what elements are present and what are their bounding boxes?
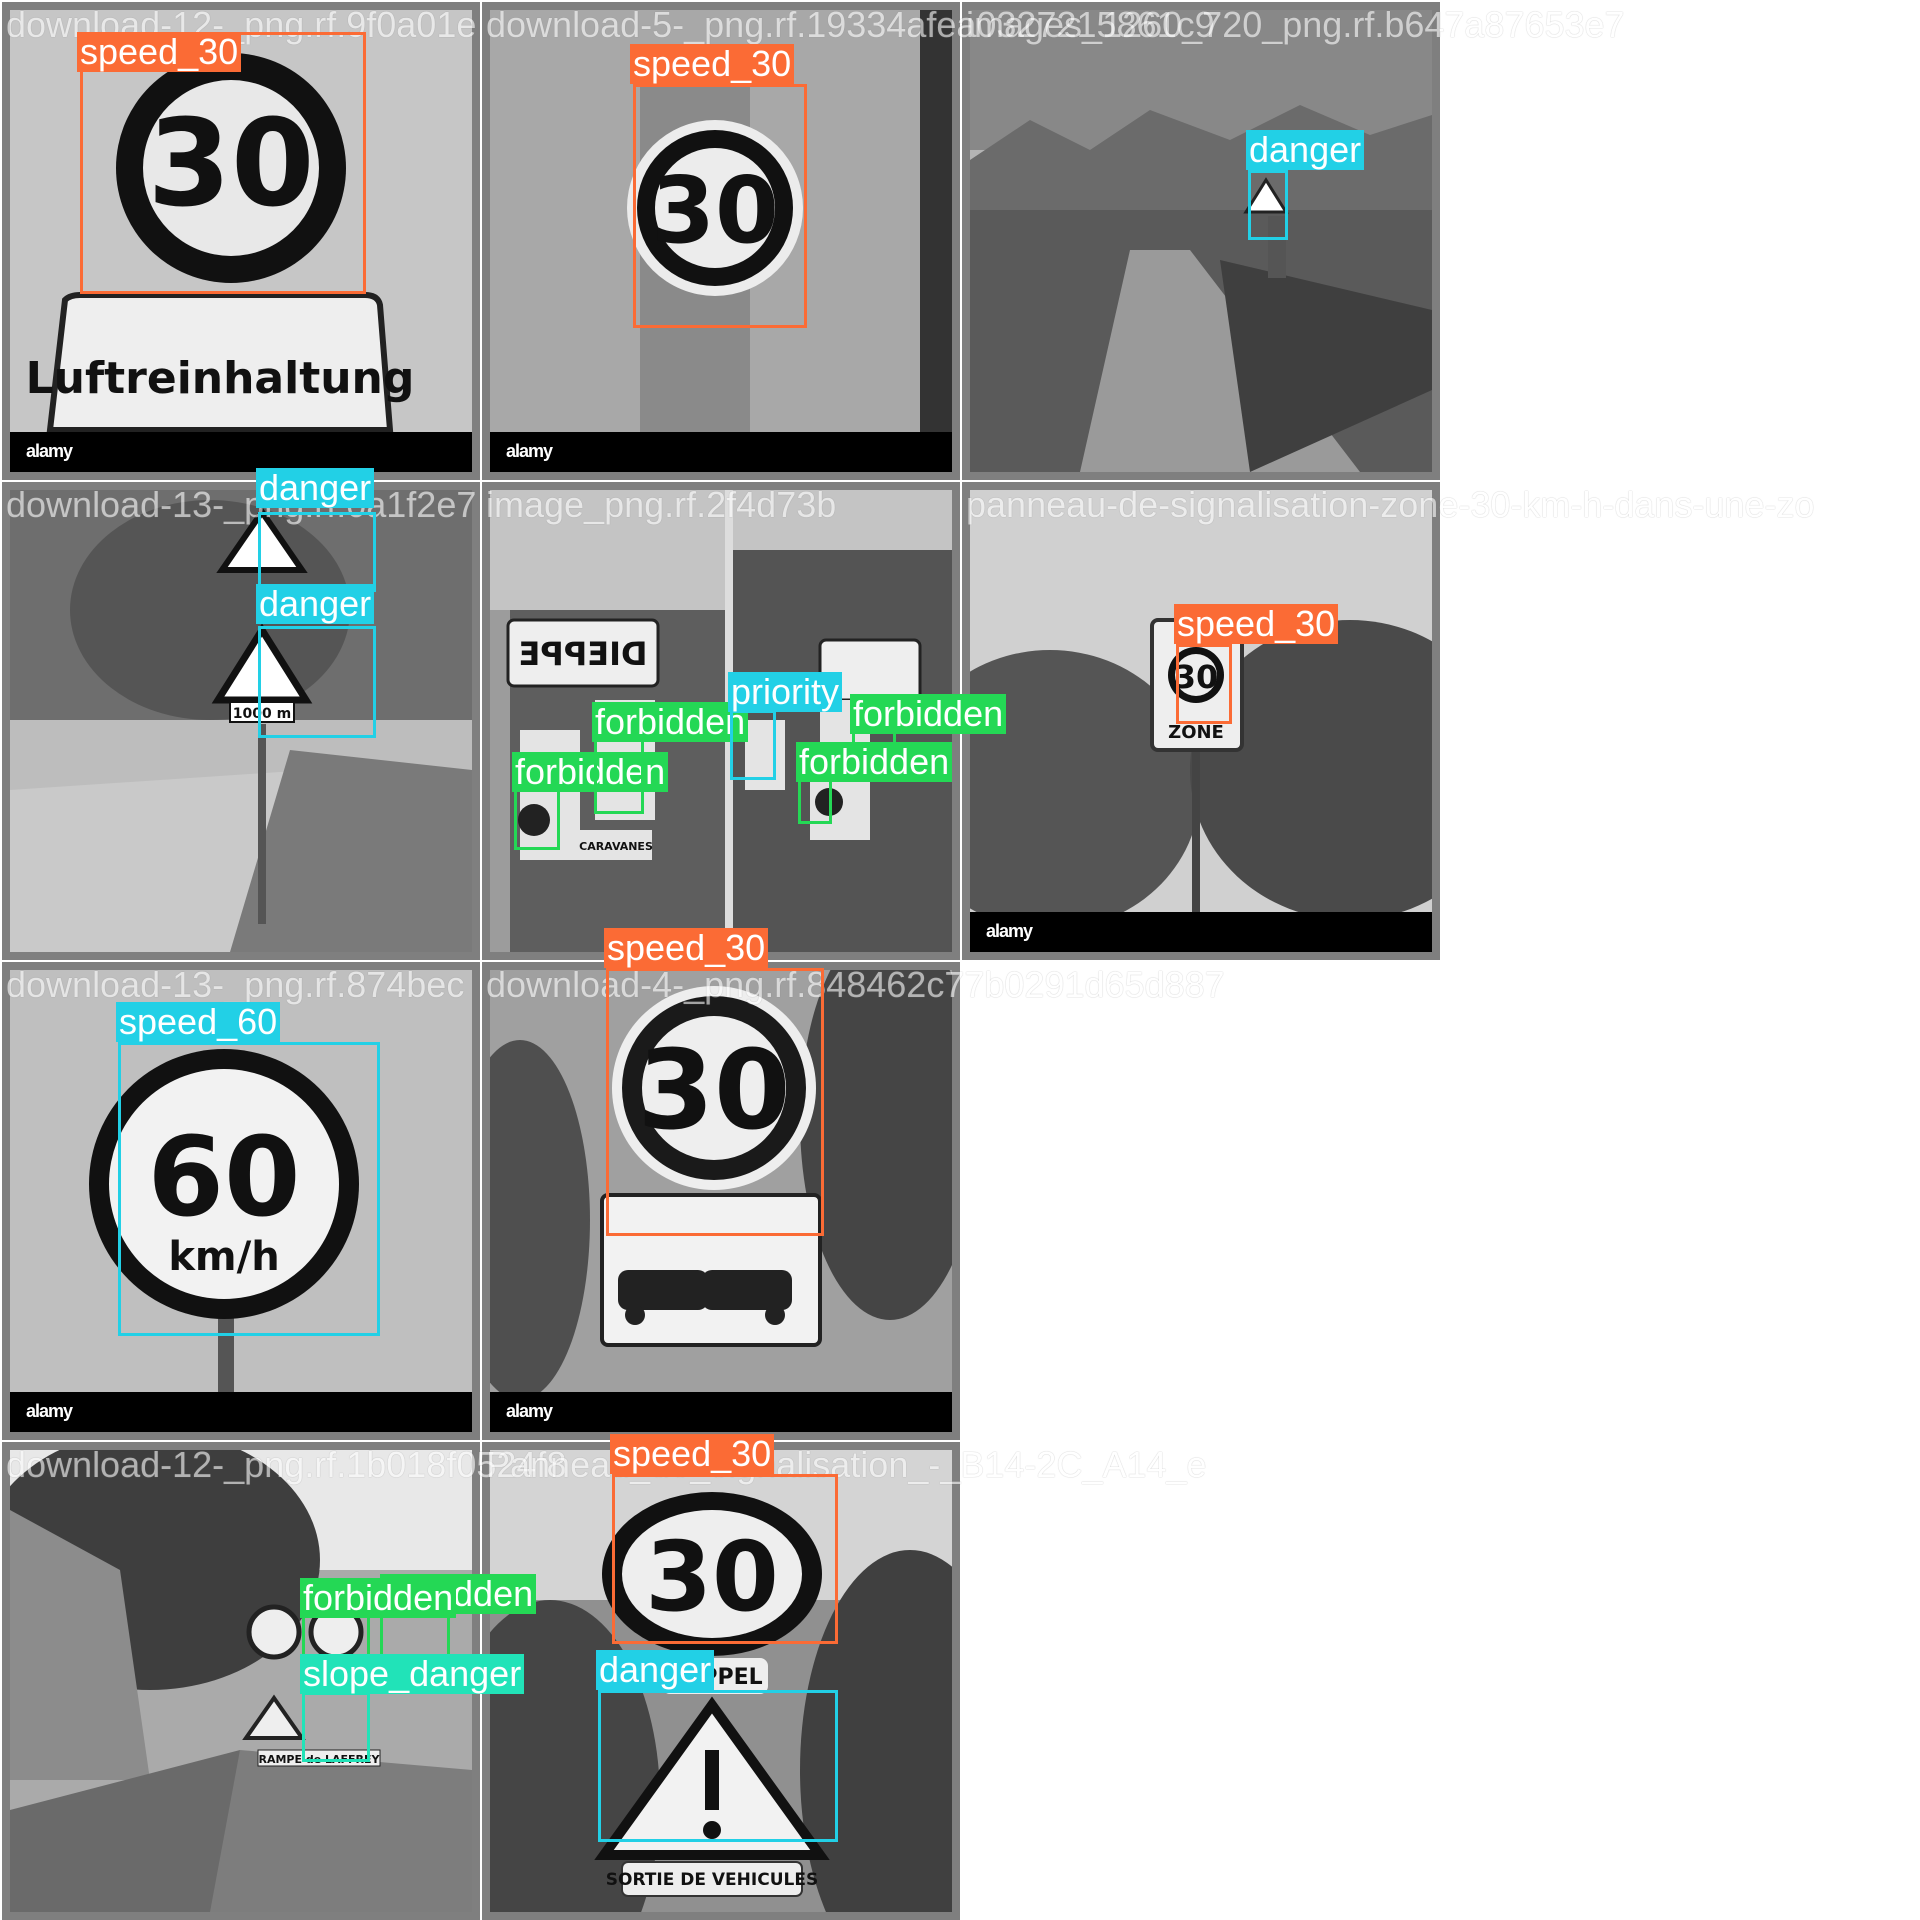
detection-box [118, 1042, 380, 1336]
detection-box [612, 1474, 838, 1644]
watermark-logo: alamy [26, 441, 73, 461]
tile-photo: 1000 m [10, 490, 472, 952]
city-name-text: DIEPPE [518, 635, 647, 673]
detection-box [302, 1692, 370, 1762]
watermark-logo: alamy [506, 1401, 553, 1421]
detection-box [730, 710, 776, 780]
watermark-logo: alamy [986, 921, 1033, 941]
watermark-bar: alamy [10, 432, 472, 472]
detection-box [258, 512, 376, 592]
detection-box [598, 1690, 838, 1842]
mountain-road-image [970, 10, 1432, 472]
detection-label: speed_30 [1174, 604, 1339, 644]
sortie-text: SORTIE DE VEHICULES [606, 1870, 818, 1890]
watermark-bar: alamy [970, 912, 1432, 952]
plate-text: Luftreinhaltung [26, 353, 415, 404]
mosaic-tile-4: 1000 m [2, 482, 480, 960]
detection-box [594, 734, 644, 814]
caravanes-text: CARAVANES [579, 840, 653, 853]
detection-label: forbidden [512, 752, 669, 792]
detection-label: speed_60 [116, 1002, 281, 1042]
detection-label: forbidden [300, 1578, 457, 1618]
detection-box [606, 968, 824, 1236]
detection-label: danger [1246, 130, 1365, 170]
detection-label: slope_danger [300, 1654, 525, 1694]
detection-label: speed_30 [630, 44, 795, 84]
detection-box [633, 84, 807, 328]
watermark-logo: alamy [506, 441, 553, 461]
watermark-bar: alamy [490, 1392, 952, 1432]
watermark-logo: alamy [26, 1401, 73, 1421]
detection-label: forbidden [850, 694, 1007, 734]
detection-box [1248, 170, 1288, 240]
detection-label: danger [596, 1650, 715, 1690]
detection-label: danger [256, 584, 375, 624]
detection-label: speed_30 [77, 32, 242, 72]
tile-photo [970, 10, 1432, 472]
detection-label: speed_30 [604, 928, 769, 968]
detection-label: danger [256, 468, 375, 508]
detection-label: priority [728, 672, 843, 712]
detection-label: forbidden [796, 742, 953, 782]
watermark-bar: alamy [10, 1392, 472, 1432]
zone-text: ZONE [1168, 722, 1224, 743]
detection-label: forbidden [592, 702, 749, 742]
detection-label: speed_30 [610, 1434, 775, 1474]
pedestrian-crossing-image: 1000 m [10, 490, 472, 952]
detection-box [258, 626, 376, 738]
detection-box [1176, 644, 1232, 724]
mosaic-tile-3 [962, 2, 1440, 480]
watermark-bar: alamy [490, 432, 952, 472]
